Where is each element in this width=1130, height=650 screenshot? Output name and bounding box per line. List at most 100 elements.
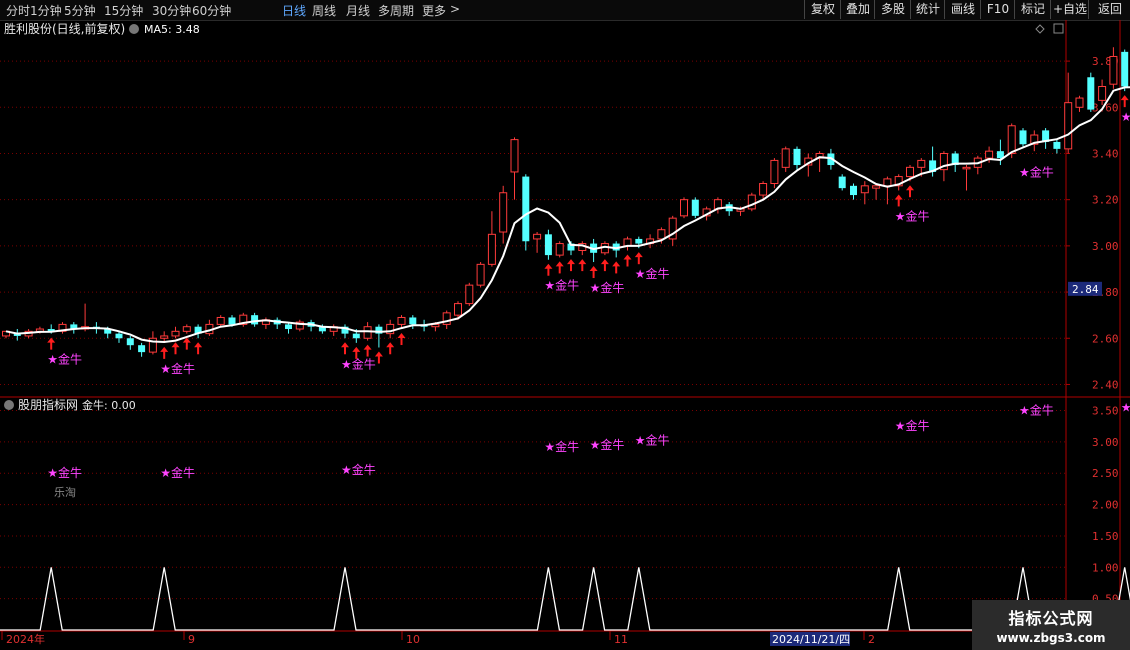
signal-label: ★金牛	[1121, 109, 1130, 124]
arrow-head	[894, 194, 903, 200]
more-chevron-icon[interactable]: >	[450, 2, 460, 16]
signal-label: ★金牛	[635, 266, 670, 281]
candle	[860, 181, 869, 205]
candle-body-down	[251, 315, 259, 325]
candle	[341, 324, 349, 339]
candle-body-up	[397, 316, 406, 325]
toolbar-button-4[interactable]: 画线	[944, 0, 981, 19]
period-tab-8[interactable]: 月线	[346, 2, 370, 19]
candle	[58, 322, 67, 334]
candle	[996, 139, 1004, 166]
arrow-head	[363, 344, 372, 350]
toolbar-button-3[interactable]: 统计	[910, 0, 945, 19]
period-tab-3[interactable]: 15分钟	[104, 2, 143, 19]
candle-body-down	[115, 333, 123, 339]
candle-body-up	[985, 150, 994, 159]
toolbar-button-6[interactable]: 标记	[1014, 0, 1051, 19]
candle-body-up	[1075, 97, 1084, 108]
period-tab-6[interactable]: 日线	[282, 2, 306, 19]
candle	[850, 183, 857, 200]
candle	[465, 282, 474, 306]
signal-label: ★金牛	[590, 280, 625, 295]
buy-arrow-icon	[363, 344, 372, 357]
candle	[1030, 130, 1039, 152]
toolbar-button-7[interactable]: +自选	[1050, 0, 1089, 19]
arrow-head	[397, 333, 406, 339]
sub-axis-label: 1.00	[1092, 561, 1119, 574]
arrow-head	[386, 342, 395, 348]
candle-body-up	[160, 335, 169, 339]
kline-chart[interactable]: 3.803.603.403.203.002.802.602.402.843.50…	[0, 20, 1130, 650]
period-tab-9[interactable]: 多周期	[378, 2, 414, 19]
toolbar-button-8[interactable]: 返回	[1088, 0, 1130, 19]
candle-body-up	[510, 139, 519, 173]
signal-label: ★金牛	[544, 278, 579, 293]
buy-arrow-icon	[578, 259, 587, 272]
candle-body-down	[1019, 130, 1027, 145]
toolbar-button-2[interactable]: 多股	[874, 0, 911, 19]
candle-body-up	[476, 263, 485, 286]
watermark-title: 指标公式网	[1008, 609, 1094, 628]
sub-signal-label: ★金牛	[590, 437, 625, 452]
toolbar-button-0[interactable]: 复权	[804, 0, 841, 19]
candle	[691, 197, 699, 219]
buy-arrow-icon	[589, 266, 598, 279]
sub-signal-label: ★金牛	[1019, 403, 1054, 418]
candle-body-down	[996, 151, 1004, 159]
sub-extra-text: 乐淘	[54, 486, 76, 499]
candle-body-up	[171, 330, 180, 337]
buy-arrow-icon	[906, 185, 914, 198]
candle-body-down	[635, 238, 643, 244]
candle	[148, 331, 157, 355]
arrow-head	[567, 259, 575, 265]
sub-signal-label: ★金牛	[341, 462, 376, 477]
sub-signal-label: ★金牛	[1121, 399, 1130, 414]
candle	[239, 312, 248, 327]
date-highlight-label: 2024/11/21/四	[772, 633, 850, 646]
buy-arrow-icon	[555, 261, 564, 274]
candle-body-down	[126, 338, 134, 346]
candle-body-up	[872, 185, 881, 189]
candle	[668, 215, 677, 246]
period-tab-1[interactable]: 1分钟	[30, 2, 62, 19]
period-tab-4[interactable]: 30分钟	[152, 2, 191, 19]
toolbar-button-5[interactable]: F10	[980, 0, 1015, 19]
candle-body-up	[623, 238, 632, 247]
candle	[555, 241, 564, 258]
main-chart-title: 胜利股份(日线,前复权)	[4, 21, 125, 36]
candle-body-up	[555, 243, 564, 256]
candle	[533, 232, 542, 253]
price-axis-label: 3.40	[1092, 147, 1119, 160]
period-tab-5[interactable]: 60分钟	[192, 2, 231, 19]
period-tab-7[interactable]: 周线	[312, 2, 336, 19]
golden-bull-value-label: 金牛: 0.00	[82, 398, 136, 412]
candle	[510, 137, 519, 200]
period-tab-0[interactable]: 分时	[6, 2, 30, 19]
sub-signal-label: ★金牛	[160, 465, 195, 480]
candle-body-up	[533, 233, 542, 240]
sub-signal-label: ★金牛	[635, 433, 670, 448]
candle	[973, 155, 982, 175]
candle-body-up	[182, 326, 191, 332]
period-tab-2[interactable]: 5分钟	[64, 2, 96, 19]
candle	[13, 329, 21, 341]
date-axis-label: 10	[406, 633, 420, 646]
candle-body-down	[850, 185, 857, 196]
candle	[781, 146, 790, 172]
sub-axis-label: 2.50	[1092, 467, 1119, 480]
candle	[386, 319, 395, 339]
arrow-head	[374, 351, 383, 357]
arrow-head	[171, 342, 180, 348]
candle-body-up	[216, 316, 225, 325]
arrow-head	[555, 261, 564, 267]
candle-body-up	[860, 185, 869, 194]
period-tab-10[interactable]: 更多	[422, 2, 446, 19]
candle-body-up	[1064, 102, 1073, 150]
candle	[770, 158, 779, 189]
sub-chart-title: 股朋指标网	[18, 397, 78, 412]
candle	[194, 324, 202, 339]
sub-signal-label: ★金牛	[895, 418, 930, 433]
candle	[216, 315, 225, 327]
toolbar-button-1[interactable]: 叠加	[840, 0, 875, 19]
candle	[273, 317, 281, 330]
